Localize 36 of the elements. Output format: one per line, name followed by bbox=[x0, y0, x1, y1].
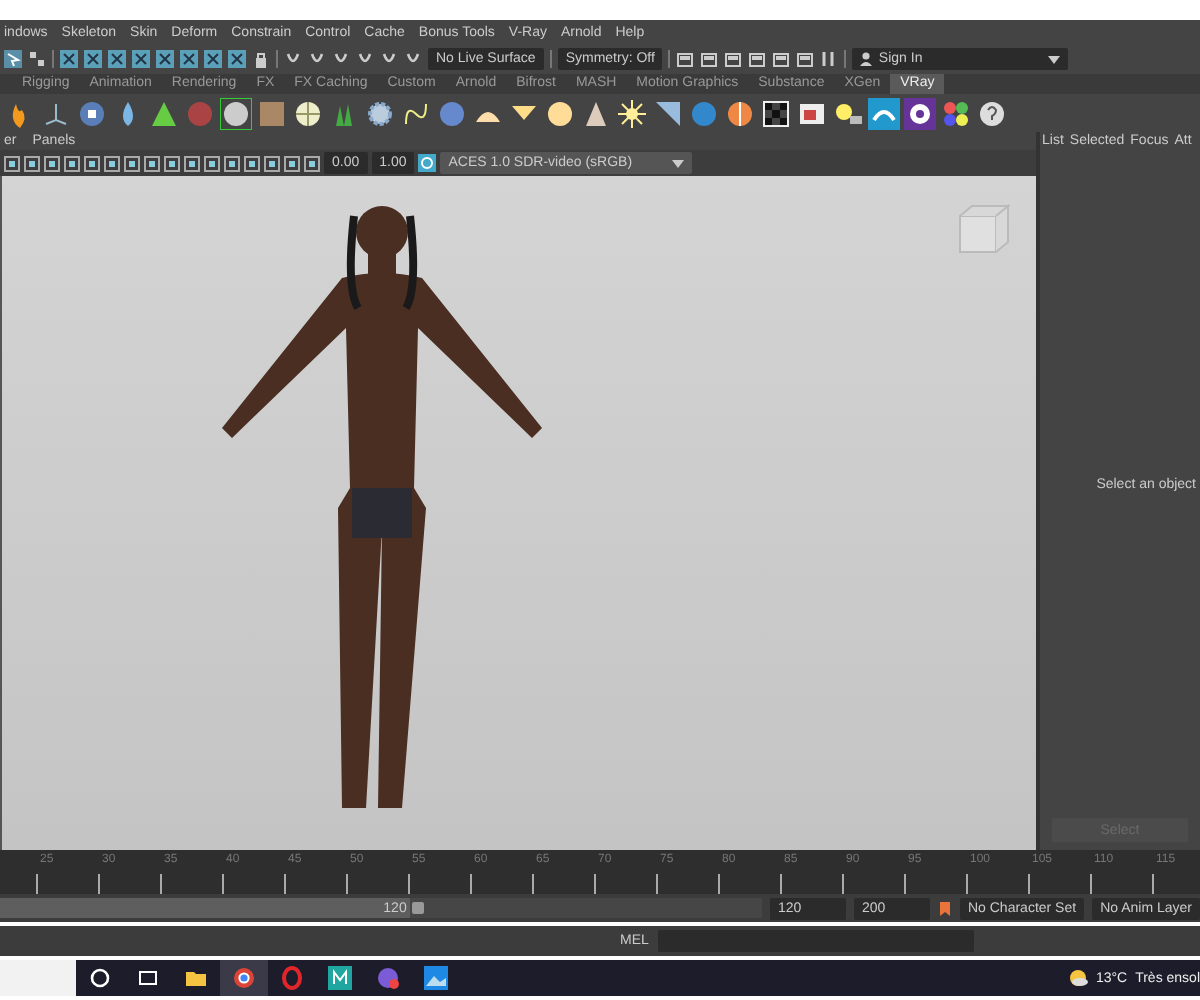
select-tool-icon[interactable] bbox=[4, 50, 22, 68]
browser-icon[interactable] bbox=[232, 966, 256, 990]
bookmark-icon[interactable] bbox=[937, 899, 952, 917]
snap-icon[interactable] bbox=[156, 50, 174, 68]
slider-handle[interactable] bbox=[412, 902, 425, 914]
user-icon bbox=[860, 52, 873, 66]
snap-icon[interactable] bbox=[60, 50, 78, 68]
caret-icon bbox=[1048, 55, 1061, 63]
sphere-icon[interactable] bbox=[724, 97, 756, 129]
gear-icon[interactable] bbox=[364, 97, 396, 129]
viewport[interactable] bbox=[0, 176, 1036, 850]
sun-icon[interactable] bbox=[616, 97, 648, 129]
snap-icon[interactable] bbox=[204, 50, 222, 68]
chat-icon[interactable] bbox=[376, 966, 400, 990]
dots-icon[interactable] bbox=[940, 97, 972, 129]
snap-icon[interactable] bbox=[108, 50, 126, 68]
image-icon[interactable] bbox=[424, 966, 448, 990]
snap-icon[interactable] bbox=[84, 50, 102, 68]
lock-icon[interactable] bbox=[252, 50, 270, 68]
folder-icon[interactable] bbox=[184, 966, 208, 990]
caret-icon bbox=[672, 159, 685, 167]
sphere-icon[interactable] bbox=[76, 97, 108, 129]
help-icon[interactable] bbox=[976, 97, 1008, 129]
snap-icon[interactable] bbox=[228, 50, 246, 68]
sun-cloud-icon[interactable] bbox=[1067, 968, 1088, 988]
pause-icon[interactable] bbox=[820, 50, 839, 68]
snap-icon[interactable] bbox=[180, 50, 198, 68]
sphere-icon[interactable] bbox=[220, 97, 252, 129]
checker-icon[interactable] bbox=[760, 97, 792, 129]
color-management-icon[interactable] bbox=[418, 154, 437, 172]
circle-icon[interactable] bbox=[88, 966, 112, 990]
snap-icon[interactable] bbox=[132, 50, 150, 68]
search-field[interactable] bbox=[0, 960, 76, 996]
grid-sphere-icon[interactable] bbox=[292, 97, 324, 129]
sphere-icon[interactable] bbox=[544, 97, 576, 129]
task-view-icon[interactable] bbox=[136, 966, 160, 990]
